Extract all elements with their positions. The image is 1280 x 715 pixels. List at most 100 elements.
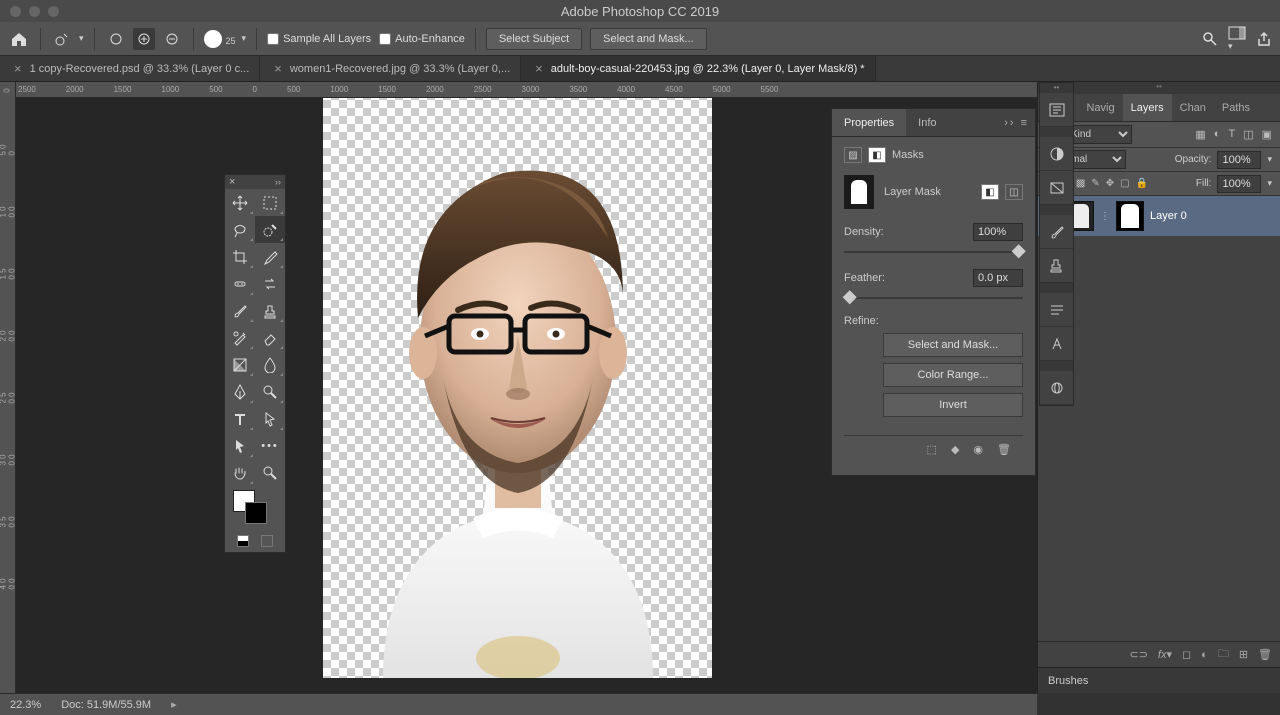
dodge-tool-icon[interactable] (255, 378, 285, 405)
delete-mask-icon[interactable]: 🗑 (997, 443, 1011, 456)
styles-panel-icon[interactable] (1040, 171, 1073, 205)
fill-value[interactable]: 100% (1217, 175, 1261, 193)
libraries-icon[interactable] (1040, 371, 1073, 405)
auto-enhance-checkbox[interactable]: Auto-Enhance (379, 33, 465, 45)
close-icon[interactable]: × (274, 61, 282, 76)
character-panel-icon[interactable] (1040, 327, 1073, 361)
add-pixel-mask-icon[interactable]: ◧ (981, 184, 999, 200)
adjustment-icon[interactable]: ◐ (1201, 649, 1208, 661)
tab-layers[interactable]: Layers (1123, 94, 1172, 121)
layer-list[interactable]: ◉ ⋮ Layer 0 (1038, 196, 1280, 641)
selection-add-icon[interactable] (133, 28, 155, 50)
lock-move-icon[interactable]: ✥ (1106, 178, 1114, 189)
color-swatches[interactable] (225, 486, 285, 530)
close-icon[interactable]: × (14, 61, 22, 76)
adjustments-panel-icon[interactable] (1040, 137, 1073, 171)
invert-button[interactable]: Invert (883, 393, 1023, 417)
hand-tool-icon[interactable] (225, 459, 255, 486)
lock-artboard-icon[interactable]: ▢ (1120, 178, 1129, 189)
brush-tool-icon[interactable] (225, 297, 255, 324)
dock-handle[interactable]: •• (1040, 83, 1073, 93)
history-brush-icon[interactable] (225, 324, 255, 351)
tab-properties[interactable]: Properties (832, 109, 906, 136)
link-layers-icon[interactable]: ⊂⊃ (1129, 648, 1147, 661)
filter-type-icon[interactable]: T (1228, 128, 1235, 141)
blur-tool-icon[interactable] (255, 351, 285, 378)
selection-subtract-icon[interactable] (161, 28, 183, 50)
brush-swap-icon[interactable] (255, 270, 285, 297)
fx-icon[interactable]: fx▾ (1158, 648, 1172, 661)
tab-paths[interactable]: Paths (1214, 94, 1258, 121)
search-icon[interactable] (1202, 31, 1218, 47)
group-icon[interactable]: 🗀 (1218, 645, 1229, 664)
new-layer-icon[interactable]: ⊞ (1239, 648, 1248, 661)
tools-panel[interactable]: × ›› ••• (224, 174, 286, 553)
disable-mask-icon[interactable]: ◉ (973, 443, 983, 456)
doc-size[interactable]: Doc: 51.9M/55.9M (61, 699, 151, 711)
status-menu-icon[interactable]: ▸ (171, 698, 177, 711)
tool-preset-dropdown[interactable]: ▾ (79, 33, 84, 44)
eyedropper-tool-icon[interactable] (255, 243, 285, 270)
gradient-tool-icon[interactable] (225, 351, 255, 378)
opacity-value[interactable]: 100% (1217, 151, 1261, 169)
path-select-icon[interactable] (255, 405, 285, 432)
ruler-horizontal[interactable]: 2500200015001000500050010001500200025003… (16, 82, 1037, 98)
brush-preview-icon[interactable] (204, 30, 222, 48)
feather-value[interactable]: 0.0 px (973, 269, 1023, 287)
close-icon[interactable]: × (535, 61, 543, 76)
doc-tab-2[interactable]: ×women1-Recovered.jpg @ 33.3% (Layer 0,.… (260, 56, 521, 81)
layer-row[interactable]: ◉ ⋮ Layer 0 (1038, 196, 1280, 236)
history-panel-icon[interactable] (1040, 93, 1073, 127)
move-tool-icon[interactable] (225, 189, 255, 216)
pen-tool-icon[interactable] (225, 378, 255, 405)
layer-name[interactable]: Layer 0 (1150, 210, 1187, 222)
brush-dropdown-icon[interactable]: ▾ (242, 33, 247, 44)
eraser-tool-icon[interactable] (255, 324, 285, 351)
background-color[interactable] (245, 502, 267, 524)
zoom-tool-icon[interactable] (255, 459, 285, 486)
mask-thumbnail[interactable] (844, 175, 874, 209)
mask-from-selection-icon[interactable]: ⬚ (927, 443, 937, 456)
zoom-value[interactable]: 22.3% (10, 699, 41, 711)
paragraph-panel-icon[interactable] (1040, 293, 1073, 327)
document-image[interactable] (323, 98, 712, 678)
density-slider[interactable] (844, 247, 1023, 257)
lock-all-icon[interactable]: 🔒 (1136, 178, 1148, 189)
doc-tab-3[interactable]: ×adult-boy-casual-220453.jpg @ 22.3% (La… (521, 56, 875, 81)
feather-slider[interactable] (844, 293, 1023, 303)
quick-mask-icon[interactable] (261, 535, 273, 547)
brush-panel-icon[interactable] (1040, 215, 1073, 249)
stamp-tool-icon[interactable] (255, 297, 285, 324)
close-icon[interactable]: × (225, 176, 239, 188)
trash-icon[interactable]: 🗑 (1258, 648, 1272, 661)
crop-tool-icon[interactable] (225, 243, 255, 270)
vector-mask-icon[interactable]: ◧ (868, 147, 886, 163)
default-colors-icon[interactable] (237, 535, 249, 547)
home-icon[interactable] (8, 29, 30, 49)
tab-navigator[interactable]: Navig (1078, 94, 1122, 121)
pixel-mask-icon[interactable]: ▨ (844, 147, 862, 163)
quick-select-tool-icon[interactable] (255, 216, 285, 243)
select-subject-button[interactable]: Select Subject (486, 28, 582, 50)
sample-all-layers-checkbox[interactable]: Sample All Layers (267, 33, 371, 45)
panel-menu-icon[interactable]: ›› (275, 177, 285, 187)
select-and-mask-button[interactable]: Select and Mask... (590, 28, 707, 50)
apply-mask-icon[interactable]: ◆ (951, 443, 959, 456)
panel-collapse-icon[interactable]: ›› (1004, 117, 1015, 129)
tab-info[interactable]: Info (906, 109, 948, 136)
brushes-panel-tab[interactable]: Brushes (1038, 667, 1280, 693)
clone-panel-icon[interactable] (1040, 249, 1073, 283)
filter-adjust-icon[interactable]: ◐ (1214, 128, 1221, 141)
selection-new-icon[interactable] (105, 28, 127, 50)
more-tools-icon[interactable]: ••• (255, 432, 285, 459)
mask-thumb[interactable] (1116, 201, 1144, 231)
ruler-vertical[interactable]: 05 0 01 0 0 01 5 0 02 0 0 02 5 0 03 0 0 … (0, 82, 16, 693)
mask-icon[interactable]: ◻ (1182, 648, 1191, 661)
quick-sel-new-icon[interactable] (51, 28, 73, 50)
select-and-mask-button[interactable]: Select and Mask... (883, 333, 1023, 357)
workspace-icon[interactable]: ▾ (1228, 26, 1246, 52)
lock-trans-icon[interactable]: ▩ (1076, 178, 1085, 189)
direct-select-icon[interactable] (225, 432, 255, 459)
lock-paint-icon[interactable]: ✎ (1091, 178, 1099, 189)
add-vector-mask-icon[interactable]: ◫ (1005, 184, 1023, 200)
